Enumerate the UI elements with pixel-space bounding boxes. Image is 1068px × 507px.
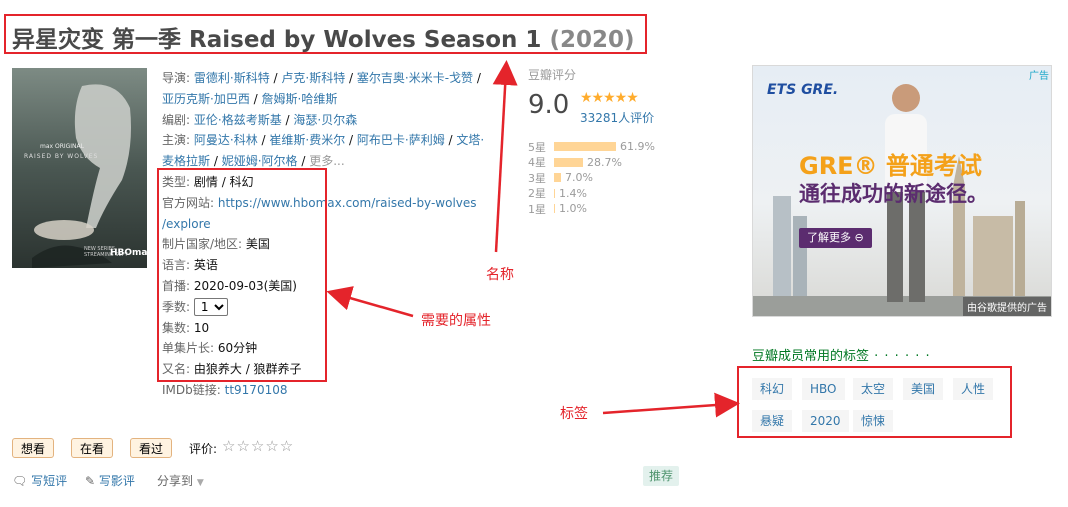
comment-icon: 🗨 — [12, 474, 28, 488]
recommend-button[interactable]: 推荐 — [643, 466, 680, 486]
rate-stars[interactable]: ☆☆☆☆☆ — [222, 437, 294, 455]
long-review-label: 写影评 — [98, 474, 135, 488]
attrs-arrow — [326, 286, 414, 318]
rate-label: 评价: — [189, 442, 218, 456]
short-review-action[interactable]: 🗨 写短评 — [12, 472, 67, 489]
annotation-name: 名称 — [486, 267, 514, 283]
share-label: 分享到 — [157, 474, 194, 488]
watched-button[interactable]: 看过 — [130, 438, 173, 458]
name-arrow — [492, 60, 518, 253]
annotation-tags: 标签 — [560, 406, 588, 422]
annotation-arrows — [326, 60, 740, 418]
want-to-watch-button[interactable]: 想看 — [12, 438, 55, 458]
pencil-icon: ✎ — [85, 474, 96, 488]
annotation-attrs: 需要的属性 — [421, 313, 491, 329]
long-review-action[interactable]: ✎ 写影评 — [85, 472, 135, 489]
watching-button[interactable]: 在看 — [71, 438, 114, 458]
tags-arrow — [602, 392, 740, 418]
chevron-down-icon: ▼ — [196, 478, 204, 488]
short-review-label: 写短评 — [31, 474, 68, 488]
share-action[interactable]: 分享到 ▼ — [157, 472, 204, 489]
